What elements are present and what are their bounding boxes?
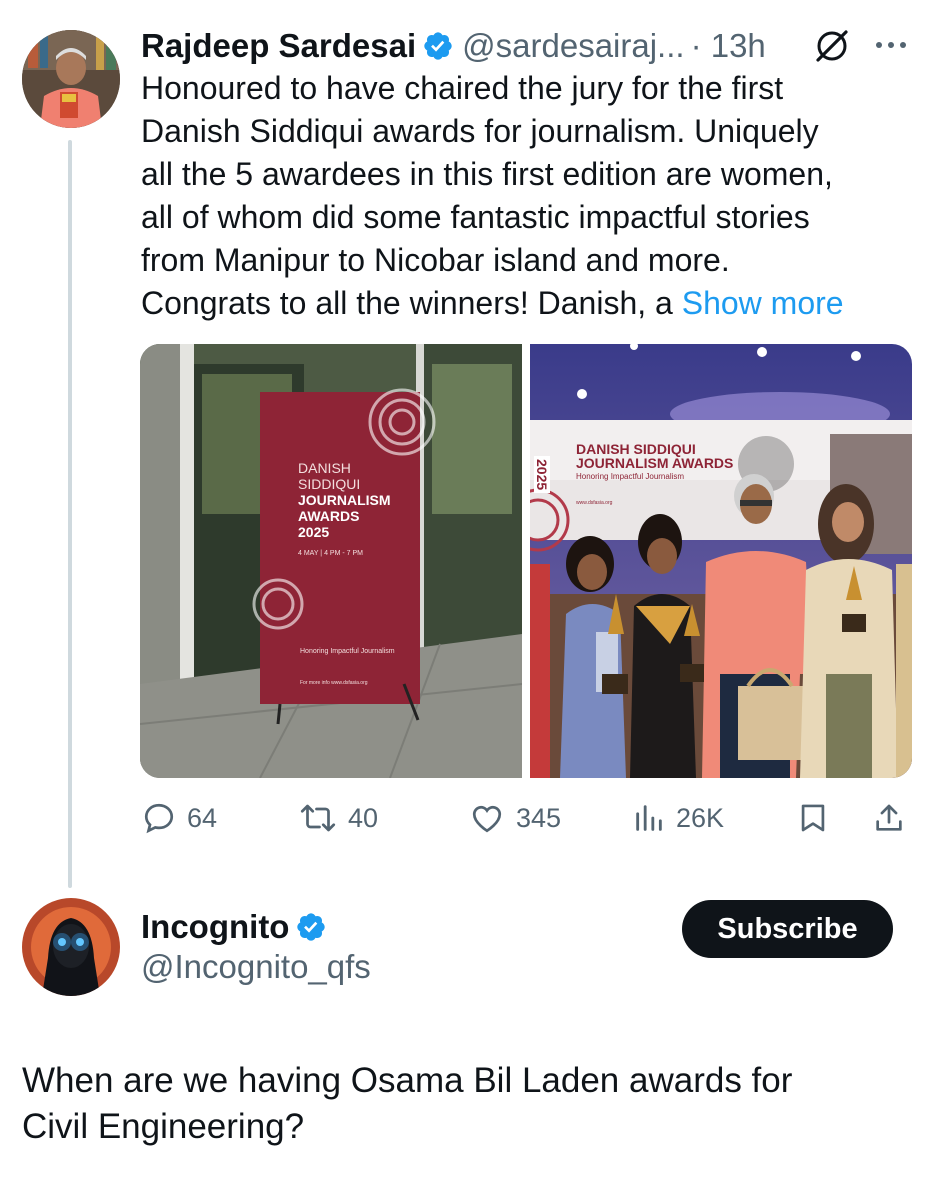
- views-count: 26K: [676, 802, 725, 833]
- author-handle[interactable]: @sardesairaj...: [462, 27, 684, 65]
- banner-line: DANISH: [298, 460, 351, 476]
- like-count: 345: [516, 802, 562, 833]
- reply-icon: [144, 803, 174, 834]
- tweet-text: Honoured to have chaired the jury for th…: [141, 67, 921, 325]
- banner-tagline: Honoring Impactful Journalism: [300, 648, 395, 655]
- reply-avatar-image: [22, 898, 120, 996]
- tweet-text-line-end: Congrats to all the winners! Danish, a: [141, 285, 673, 321]
- banner-text: DANISH SIDDIQUI JOURNALISM AWARDS 2025 4…: [298, 460, 418, 562]
- tweet-image-awardees[interactable]: 2025 DANISH SIDDIQUI JOURNALISM AWARDS H…: [530, 344, 912, 778]
- tweet-text-line: Danish Siddiqui awards for journalism. U…: [141, 113, 819, 149]
- views-action[interactable]: 26K: [632, 798, 724, 838]
- tweet-text-line: all of whom did some fantastic impactful…: [141, 199, 810, 235]
- subscribe-button[interactable]: Subscribe: [682, 900, 893, 958]
- backdrop-title-line: JOURNALISM AWARDS: [576, 455, 734, 471]
- grok-icon[interactable]: [813, 27, 851, 70]
- reply-action[interactable]: 64: [141, 798, 217, 838]
- more-options-icon[interactable]: [873, 33, 909, 62]
- author-name[interactable]: Rajdeep Sardesai: [141, 27, 416, 65]
- author-avatar-image: [22, 30, 120, 128]
- tweet-text-line: all the 5 awardees in this first edition…: [141, 156, 833, 192]
- bookmark-icon: [801, 804, 825, 832]
- share-button[interactable]: [872, 800, 906, 841]
- reply-text-line: Civil Engineering?: [22, 1107, 305, 1146]
- banner-footer: For more info www.dsfasia.org: [300, 680, 368, 686]
- tweet-text-line: Congrats to all the winners! Danish, a S…: [141, 282, 921, 325]
- tweet-text-line: from Manipur to Nicobar island and more.: [141, 242, 730, 278]
- show-more-link[interactable]: Show more: [682, 285, 844, 321]
- backdrop-title: DANISH SIDDIQUI JOURNALISM AWARDS Honori…: [576, 442, 733, 484]
- reply-author-handle[interactable]: @Incognito_qfs: [141, 948, 371, 986]
- tweet-header: Rajdeep Sardesai @sardesairaj... · 13h: [141, 25, 911, 67]
- awardees-photo: [530, 344, 912, 778]
- backdrop-title-line: DANISH SIDDIQUI: [576, 441, 696, 457]
- author-avatar[interactable]: [22, 30, 120, 128]
- repost-icon: [300, 804, 336, 832]
- repost-count: 40: [348, 802, 379, 833]
- banner-line-bold: JOURNALISM: [298, 492, 391, 508]
- tweet-image-banner[interactable]: DANISH SIDDIQUI JOURNALISM AWARDS 2025 4…: [140, 344, 522, 778]
- reply-avatar[interactable]: [22, 898, 120, 996]
- backdrop-url: www.dsfasia.org: [576, 500, 613, 506]
- verified-badge-icon: [297, 913, 326, 941]
- reply-header: Incognito: [141, 908, 327, 946]
- views-icon: [636, 805, 662, 831]
- tweet-text-line: Honoured to have chaired the jury for th…: [141, 70, 784, 106]
- heart-icon: [472, 805, 502, 833]
- like-action[interactable]: 345: [468, 798, 561, 838]
- reply-count: 64: [187, 802, 218, 833]
- verified-badge-icon: [424, 32, 452, 60]
- banner-line-bold: 2025: [298, 524, 330, 540]
- backdrop-tagline: Honoring Impactful Journalism: [576, 472, 685, 481]
- banner-date: 4 MAY | 4 PM - 7 PM: [298, 550, 363, 557]
- backdrop-year: 2025: [534, 456, 550, 494]
- reply-text: When are we having Osama Bil Laden award…: [22, 1058, 912, 1150]
- repost-action[interactable]: 40: [298, 798, 378, 838]
- share-icon: [876, 804, 902, 831]
- banner-line: SIDDIQUI: [298, 476, 361, 492]
- tweet-time[interactable]: · 13h: [691, 27, 766, 65]
- banner-line-bold: AWARDS: [298, 508, 360, 524]
- thread-line: [68, 140, 72, 888]
- bookmark-button[interactable]: [796, 800, 830, 841]
- reply-text-line: When are we having Osama Bil Laden award…: [22, 1061, 793, 1100]
- reply-author-name[interactable]: Incognito: [141, 908, 289, 946]
